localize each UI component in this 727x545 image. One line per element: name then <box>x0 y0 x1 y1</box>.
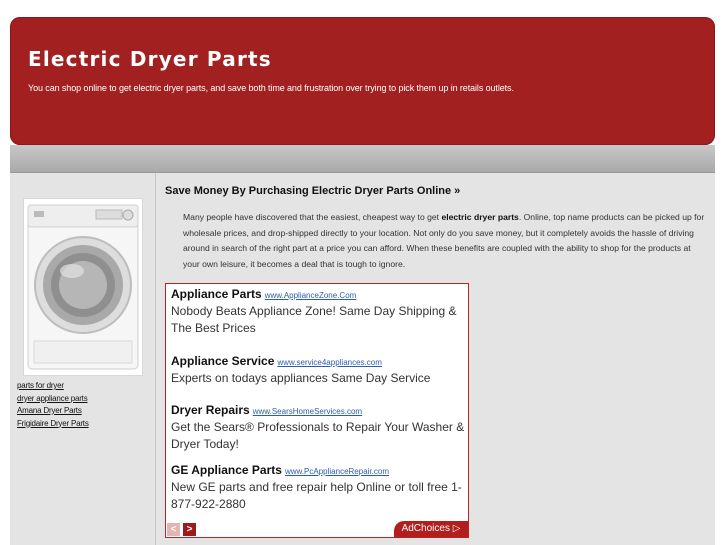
content-area: parts for dryer dryer appliance parts Am… <box>10 173 715 545</box>
post-title[interactable]: Save Money By Purchasing Electric Dryer … <box>165 185 460 197</box>
site-description: You can shop online to get electric drye… <box>28 83 514 93</box>
adchoices-badge[interactable]: AdChoices ▷ <box>394 521 468 537</box>
ad-text: Get the Sears® Professionals to Repair Y… <box>171 420 465 451</box>
ad-item[interactable]: GE Appliance Parts www.PcApplianceRepair.… <box>171 463 467 513</box>
sidebar-links: parts for dryer dryer appliance parts Am… <box>17 380 89 430</box>
column-divider <box>155 173 156 545</box>
sidebar-link[interactable]: Frigidaire Dryer Parts <box>17 418 89 431</box>
ad-item[interactable]: Dryer Repairs www.SearsHomeServices.com G… <box>171 403 467 453</box>
ad-item[interactable]: Appliance Parts www.ApplianceZone.Com Nob… <box>171 287 467 337</box>
chevron-right-icon[interactable]: > <box>183 523 196 536</box>
ad-url[interactable]: www.SearsHomeServices.com <box>253 407 362 416</box>
ad-title[interactable]: GE Appliance Parts <box>171 463 282 477</box>
ad-text: Experts on todays appliances Same Day Se… <box>171 371 431 385</box>
site-title[interactable]: Electric Dryer Parts <box>28 47 272 71</box>
ad-text: Nobody Beats Appliance Zone! Same Day Sh… <box>171 304 457 335</box>
ad-title[interactable]: Dryer Repairs <box>171 403 250 417</box>
sidebar: parts for dryer dryer appliance parts Am… <box>10 173 155 545</box>
post-body: Many people have discovered that the eas… <box>183 210 709 272</box>
dryer-product-image[interactable] <box>23 198 143 376</box>
ad-title[interactable]: Appliance Parts <box>171 287 262 301</box>
ad-nav: < > <box>167 523 196 536</box>
dryer-illustration <box>27 204 139 370</box>
ad-box: Appliance Parts www.ApplianceZone.Com Nob… <box>165 283 469 538</box>
sidebar-link[interactable]: parts for dryer <box>17 380 89 393</box>
chevron-left-icon[interactable]: < <box>167 523 180 536</box>
ad-url[interactable]: www.ApplianceZone.Com <box>265 291 357 300</box>
post-body-bold: electric dryer parts <box>441 212 519 222</box>
nav-bar <box>10 145 715 173</box>
ad-item[interactable]: Appliance Service www.service4appliances.… <box>171 354 467 387</box>
site-header: Electric Dryer Parts You can shop online… <box>10 17 715 145</box>
ad-url[interactable]: www.service4appliances.com <box>277 358 382 367</box>
sidebar-link[interactable]: Amana Dryer Parts <box>17 405 89 418</box>
sidebar-link[interactable]: dryer appliance parts <box>17 393 89 406</box>
post-body-text: Many people have discovered that the eas… <box>183 212 442 222</box>
ad-text: New GE parts and free repair help Online… <box>171 480 462 511</box>
ad-title[interactable]: Appliance Service <box>171 354 274 368</box>
ad-url[interactable]: www.PcApplianceRepair.com <box>285 467 389 476</box>
